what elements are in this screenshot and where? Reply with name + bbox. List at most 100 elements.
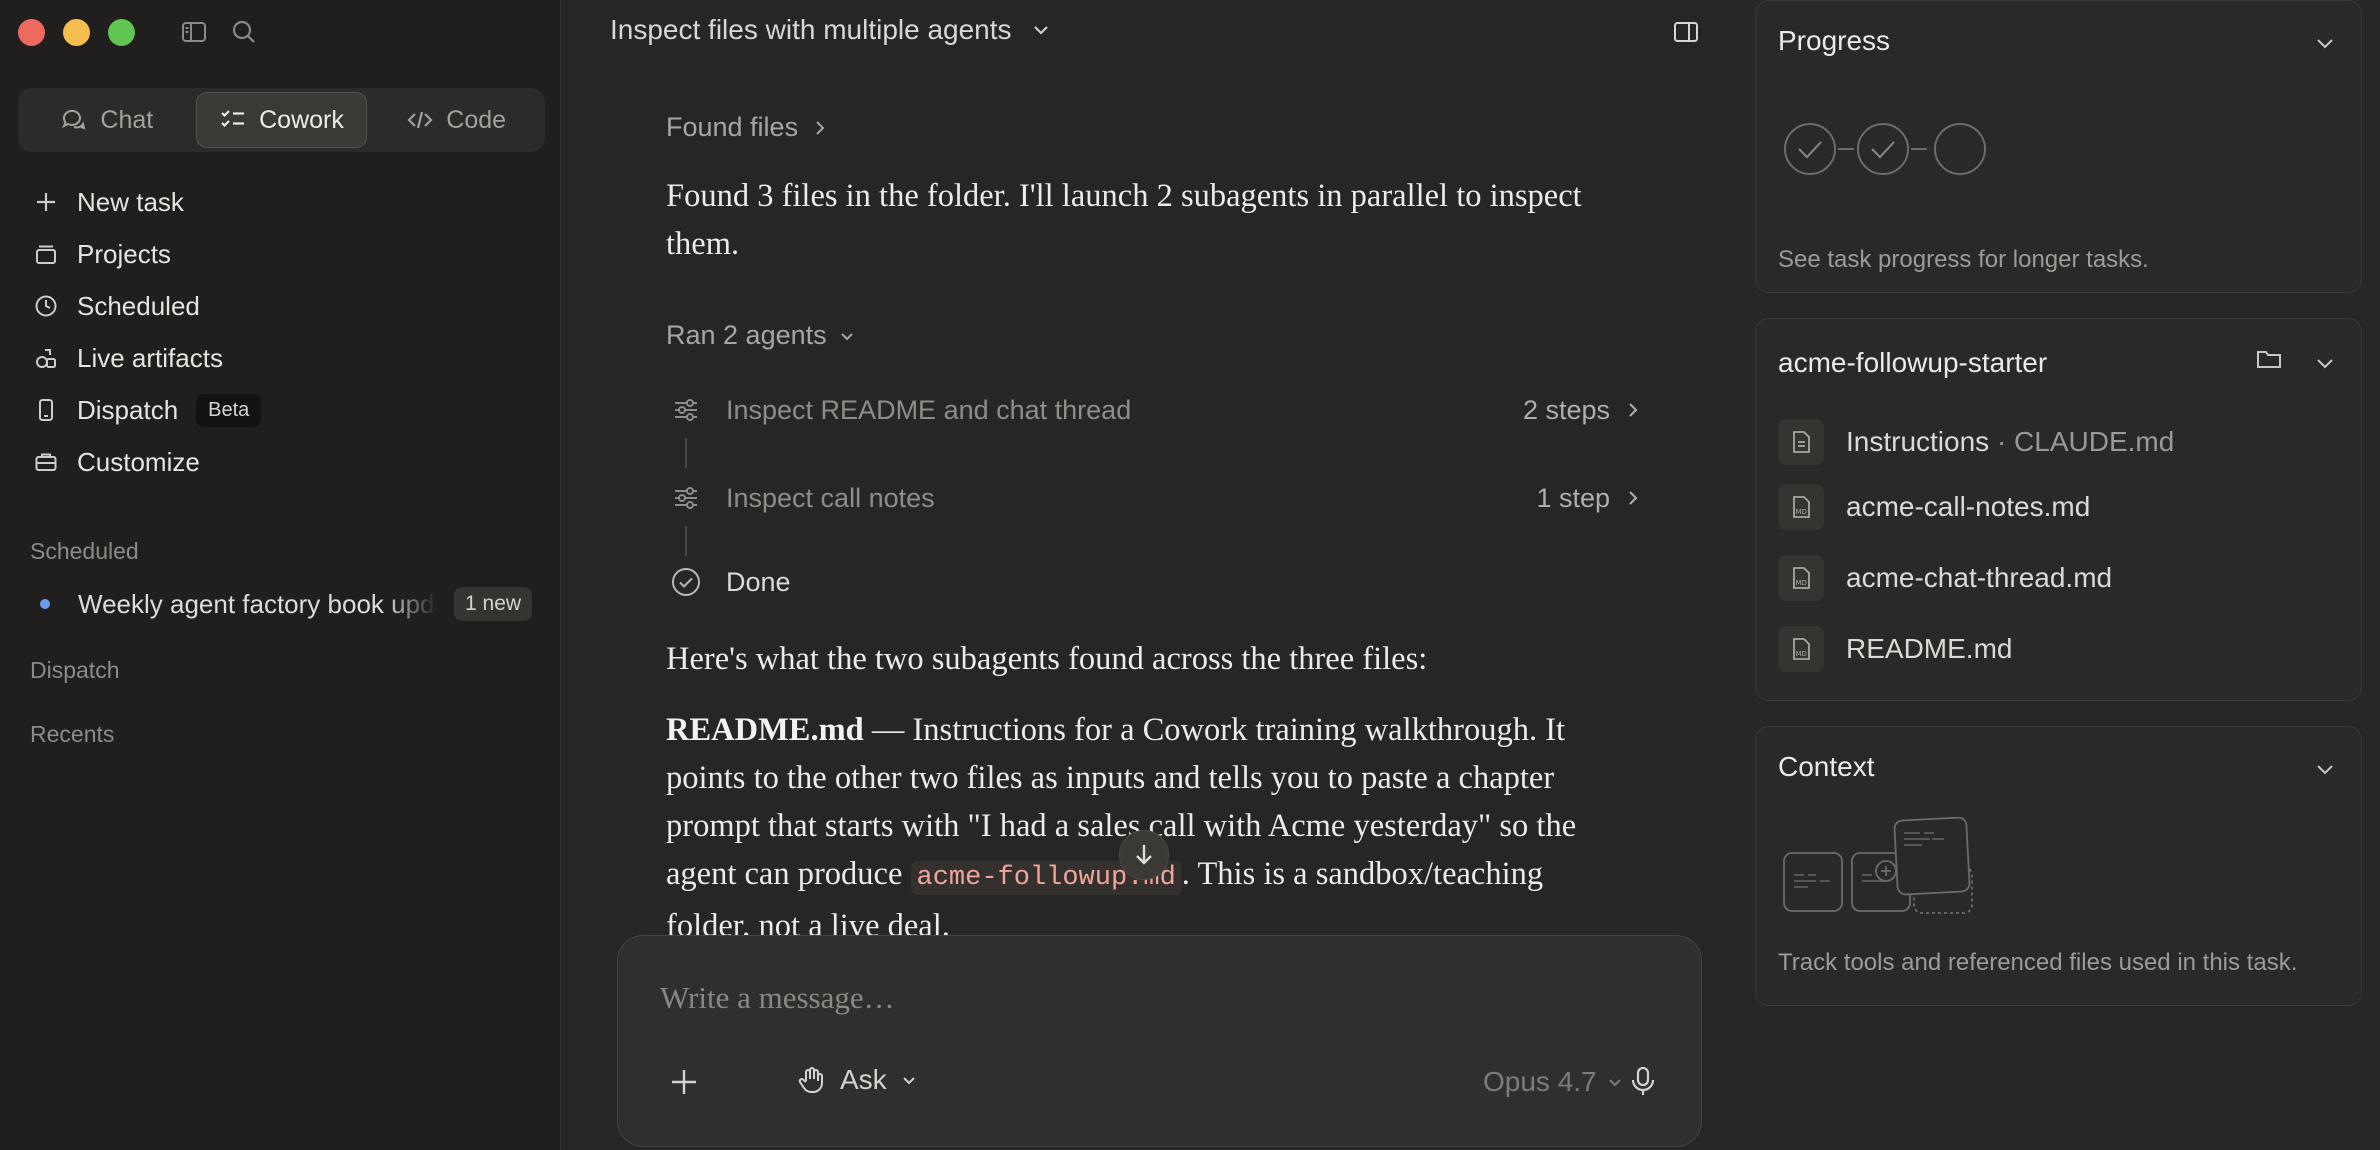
sidebar-item-dispatch[interactable]: Dispatch Beta [0, 384, 561, 436]
maximize-window-button[interactable] [108, 19, 135, 46]
progress-card: Progress See task progress for longer ta… [1755, 0, 2362, 293]
timeline-connector [685, 526, 687, 556]
arrow-down-icon [1130, 841, 1158, 869]
chevron-right-icon [810, 118, 830, 138]
svg-text:MD: MD [1796, 579, 1807, 587]
tab-chat-label: Chat [100, 105, 154, 134]
right-panel-toggle-icon[interactable] [1672, 18, 1700, 46]
recents-section-label[interactable]: Recents [30, 721, 114, 748]
done-label: Done [726, 566, 791, 597]
chevron-down-icon[interactable] [2313, 757, 2337, 781]
projects-icon [33, 241, 59, 267]
file-row-chat-thread[interactable]: MD acme-chat-thread.md [1778, 553, 2112, 603]
file-row-call-notes[interactable]: MD acme-call-notes.md [1778, 482, 2090, 532]
chat-title-dropdown[interactable]: Inspect files with multiple agents [610, 14, 1052, 46]
scroll-to-bottom-button[interactable] [1119, 830, 1169, 880]
readme-summary-paragraph: README.md — Instructions for a Cowork tr… [666, 706, 1606, 938]
file-name: Instructions [1846, 426, 1990, 457]
clock-icon [33, 293, 59, 319]
briefcase-icon [33, 449, 59, 475]
sidebar-item-label: Scheduled [77, 290, 200, 321]
sidebar-item-label: New task [77, 186, 184, 217]
dispatch-section-label[interactable]: Dispatch [30, 657, 119, 684]
file-suffix: · CLAUDE.md [1989, 426, 2175, 457]
minimize-window-button[interactable] [63, 19, 90, 46]
progress-title: Progress [1778, 25, 1891, 56]
progress-steps-graphic [1782, 121, 1992, 177]
chevron-right-icon [1624, 489, 1642, 507]
agent-row-call-notes[interactable]: Inspect call notes 1 step [666, 476, 1642, 520]
new-count-badge: 1 new [454, 587, 533, 621]
chat-bubbles-icon [60, 106, 88, 134]
microphone-icon[interactable] [1626, 1064, 1660, 1098]
checklist-icon [219, 106, 247, 134]
tab-chat[interactable]: Chat [22, 92, 192, 148]
summary-intro-text: Here's what the two subagents found acro… [666, 641, 1428, 677]
scheduled-task-item[interactable]: Weekly agent factory book update 1 new [30, 584, 545, 624]
sidebar-toggle-icon[interactable] [180, 18, 208, 46]
code-icon [406, 106, 434, 134]
ask-mode-label: Ask [840, 1064, 887, 1095]
scheduled-task-label: Weekly agent factory book update [78, 588, 438, 619]
chevron-down-icon [1030, 19, 1052, 41]
chevron-down-icon [837, 326, 857, 346]
found-files-label: Found files [666, 112, 799, 142]
agent-steps: 1 step [1536, 482, 1610, 513]
document-icon [1778, 419, 1824, 465]
agent-row-readme[interactable]: Inspect README and chat thread 2 steps [666, 388, 1642, 432]
tab-cowork[interactable]: Cowork [195, 92, 368, 148]
sidebar-item-label: Dispatch [77, 394, 179, 425]
search-icon[interactable] [230, 18, 258, 46]
message-input[interactable]: Write a message… [660, 980, 895, 1016]
markdown-file-icon: MD [1778, 484, 1824, 530]
markdown-file-icon: MD [1778, 555, 1824, 601]
mode-switcher: Chat Cowork Code [18, 88, 545, 152]
beta-badge: Beta [196, 393, 262, 427]
agent-icon [666, 395, 706, 425]
markdown-file-icon: MD [1778, 626, 1824, 672]
sidebar-item-projects[interactable]: Projects [0, 228, 561, 280]
sidebar-nav: New task Projects Scheduled Live artifac… [0, 176, 561, 488]
chevron-down-icon[interactable] [2313, 31, 2337, 55]
readme-title: README.md [666, 712, 864, 748]
chevron-right-icon [1624, 401, 1642, 419]
artifacts-icon [33, 345, 59, 371]
tab-code-label: Code [446, 105, 507, 134]
ask-mode-dropdown[interactable]: Ask [796, 1064, 919, 1096]
found-files-toggle[interactable]: Found files [666, 112, 830, 143]
tab-code[interactable]: Code [371, 92, 541, 148]
main-chat-area: Inspect files with multiple agents Found… [562, 0, 1732, 1150]
assistant-intro-text: Found 3 files in the folder. I'll launch… [666, 178, 1582, 262]
chevron-down-icon [1605, 1072, 1625, 1092]
file-row-readme[interactable]: MD README.md [1778, 624, 2012, 674]
close-window-button[interactable] [18, 19, 45, 46]
sidebar-item-scheduled[interactable]: Scheduled [0, 280, 561, 332]
ran-agents-toggle[interactable]: Ran 2 agents [666, 320, 857, 351]
model-selector[interactable]: Opus 4.7 [1483, 1066, 1625, 1098]
folder-card: acme-followup-starter Instructions · CLA… [1755, 318, 2362, 701]
hand-icon [796, 1064, 828, 1096]
agent-icon [666, 483, 706, 513]
agent-label: Inspect README and chat thread [726, 394, 1132, 425]
phone-icon [33, 397, 59, 423]
attach-plus-icon[interactable] [668, 1066, 700, 1098]
sidebar-item-live-artifacts[interactable]: Live artifacts [0, 332, 561, 384]
tab-cowork-label: Cowork [259, 105, 344, 134]
file-row-claude-md[interactable]: Instructions · CLAUDE.md [1778, 417, 2174, 467]
svg-text:MD: MD [1796, 508, 1807, 516]
file-name: acme-chat-thread.md [1846, 562, 2113, 593]
folder-icon[interactable] [2255, 345, 2283, 373]
unread-dot [40, 599, 50, 609]
sidebar-item-customize[interactable]: Customize [0, 436, 561, 488]
chevron-down-icon[interactable] [2313, 351, 2337, 375]
message-composer: Write a message… Ask Opus 4.7 [617, 935, 1702, 1147]
svg-text:MD: MD [1796, 650, 1807, 658]
agent-label: Inspect call notes [726, 482, 935, 513]
check-circle-icon [666, 566, 706, 598]
file-name: README.md [1846, 633, 2013, 664]
model-label: Opus 4.7 [1483, 1066, 1597, 1097]
chevron-down-icon [899, 1070, 919, 1090]
agent-steps: 2 steps [1522, 394, 1610, 425]
context-illustration [1782, 817, 1992, 917]
sidebar-item-new-task[interactable]: New task [0, 176, 561, 228]
